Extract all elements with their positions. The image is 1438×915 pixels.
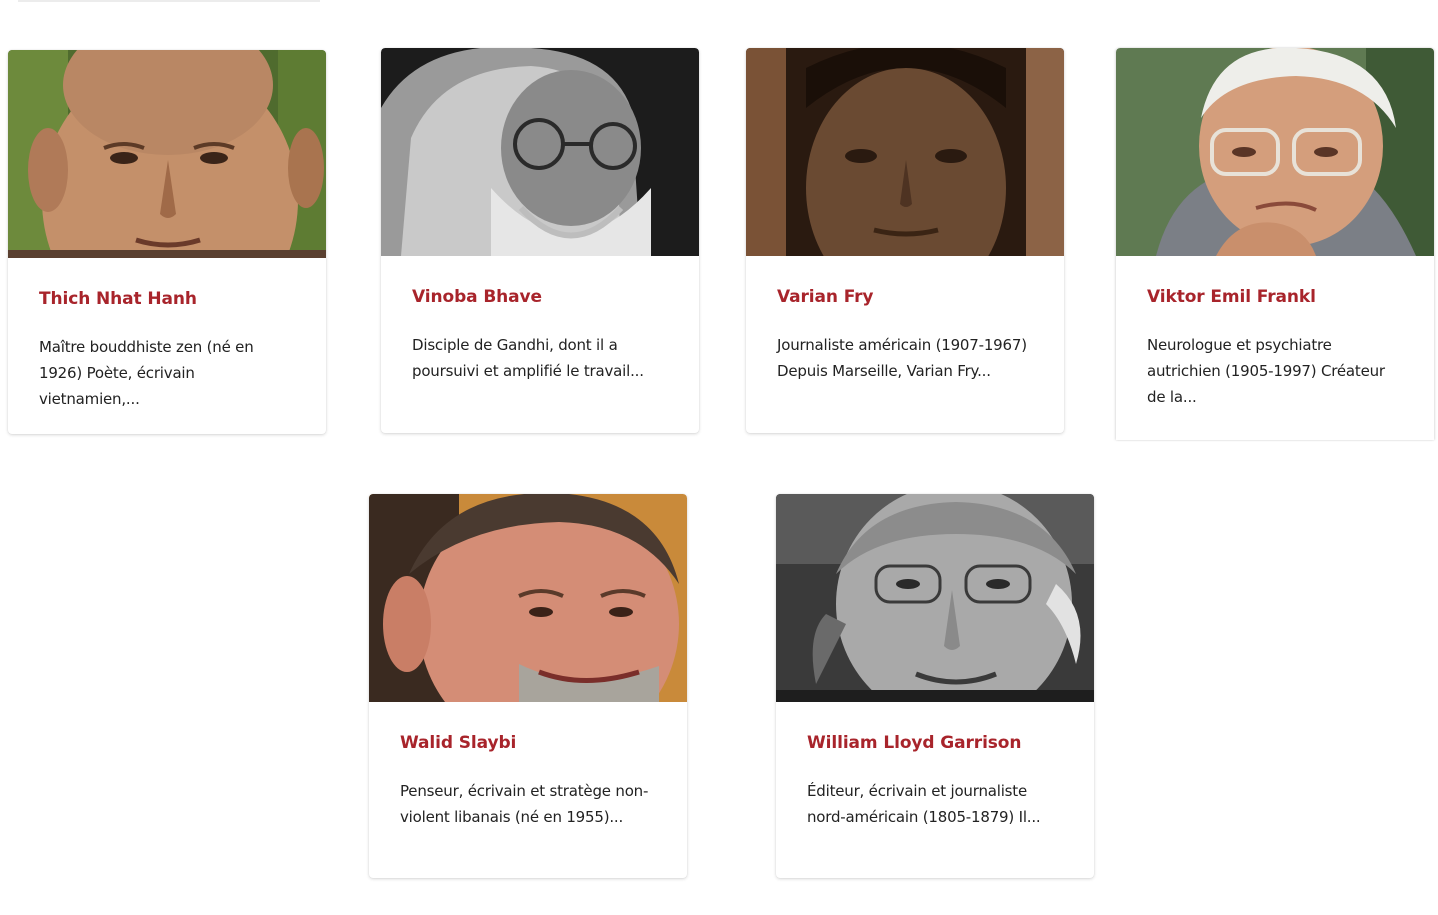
portrait-image[interactable] [8, 50, 326, 258]
person-card[interactable]: Vinoba Bhave Disciple de Gandhi, dont il… [381, 48, 699, 433]
person-name[interactable]: Viktor Emil Frankl [1147, 286, 1404, 308]
portrait-image[interactable] [381, 48, 699, 256]
top-divider [18, 0, 320, 2]
person-excerpt: Journaliste américain (1907-1967) Depuis… [777, 336, 1027, 380]
person-name[interactable]: Thich Nhat Hanh [39, 288, 296, 310]
person-excerpt: Disciple de Gandhi, dont il a poursuivi … [412, 336, 644, 380]
person-card[interactable]: Thich Nhat Hanh Maître bouddhiste zen (n… [8, 50, 326, 434]
person-name[interactable]: Varian Fry [777, 286, 1034, 308]
portrait-image[interactable] [1116, 48, 1434, 256]
person-excerpt: Maître bouddhiste zen (né en 1926) Poète… [39, 338, 254, 408]
person-card[interactable]: Viktor Emil Frankl Neurologue et psychia… [1116, 48, 1434, 440]
person-name[interactable]: Walid Slaybi [400, 732, 657, 754]
person-card[interactable]: William Lloyd Garrison Éditeur, écrivain… [776, 494, 1094, 878]
person-card[interactable]: Walid Slaybi Penseur, écrivain et stratè… [369, 494, 687, 878]
person-name[interactable]: Vinoba Bhave [412, 286, 669, 308]
person-card[interactable]: Varian Fry Journaliste américain (1907-1… [746, 48, 1064, 433]
portrait-image[interactable] [746, 48, 1064, 256]
person-excerpt: Penseur, écrivain et stratège non-violen… [400, 782, 649, 826]
person-name[interactable]: William Lloyd Garrison [807, 732, 1064, 754]
person-excerpt: Neurologue et psychiatre autrichien (190… [1147, 336, 1385, 406]
portrait-image[interactable] [369, 494, 687, 702]
person-excerpt: Éditeur, écrivain et journaliste nord-am… [807, 782, 1041, 826]
portrait-image[interactable] [776, 494, 1094, 702]
